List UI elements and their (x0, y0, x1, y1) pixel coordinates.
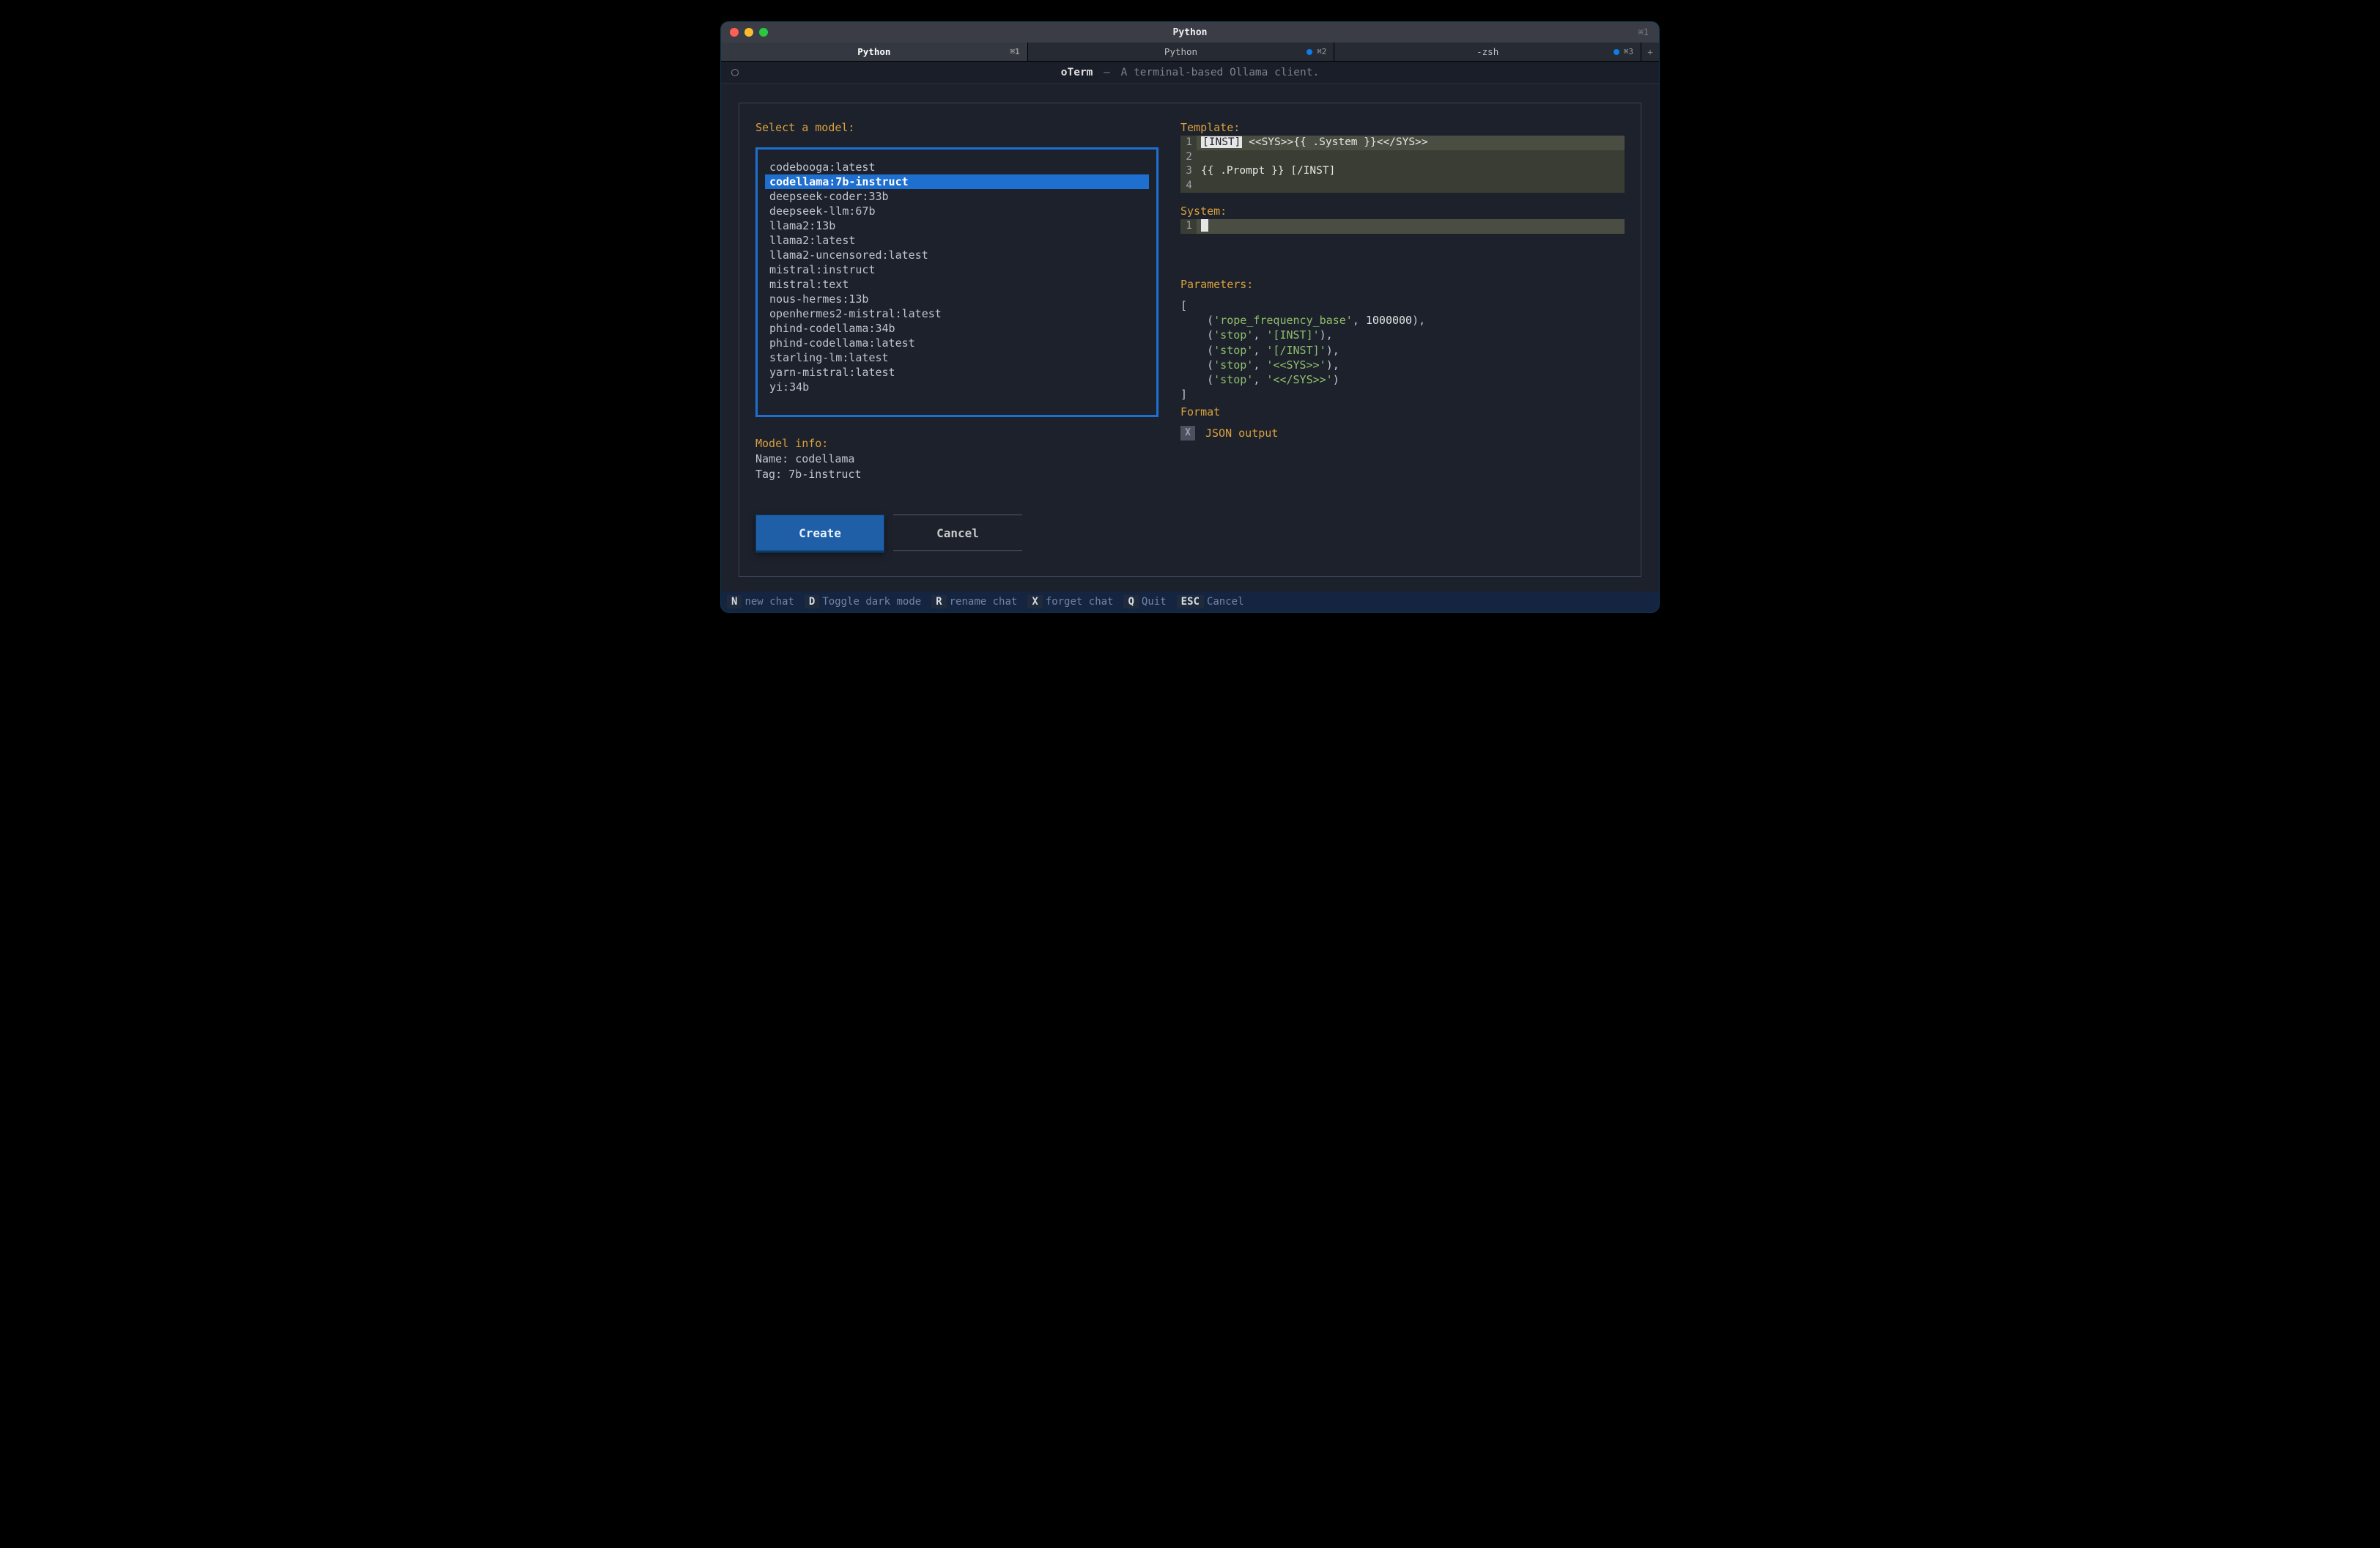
tab-bar: Python ⌘1 Python ⌘2 -zsh ⌘3 + (721, 43, 1659, 62)
code-line[interactable]: {{ .Prompt }} [/INST] (1197, 164, 1625, 179)
format-heading: Format (1180, 405, 1625, 419)
line-number: 1 (1180, 136, 1197, 150)
model-item[interactable]: phind-codellama:34b (765, 321, 1149, 336)
left-column: Select a model: codebooga:latestcodellam… (755, 121, 1158, 551)
model-item[interactable]: deepseek-llm:67b (765, 204, 1149, 218)
model-item[interactable]: llama2:latest (765, 233, 1149, 248)
cmd-label: new chat (744, 596, 794, 608)
model-item[interactable]: openhermes2-mistral:latest (765, 306, 1149, 321)
model-item[interactable]: codebooga:latest (765, 160, 1149, 174)
model-name-label: Name: (755, 452, 795, 465)
cmd-label: Cancel (1207, 596, 1244, 608)
json-output-checkbox[interactable]: X (1180, 426, 1195, 441)
minimize-icon[interactable] (744, 28, 753, 37)
param-line: [ (1180, 298, 1625, 313)
titlebar: Python ⌘1 (721, 22, 1659, 43)
cancel-button[interactable]: Cancel (893, 515, 1022, 551)
app-tagline: A terminal-based Ollama client. (1121, 67, 1320, 78)
cursor-icon (1201, 219, 1208, 232)
dialog-buttons: Create Cancel (755, 515, 1158, 551)
workspace: Select a model: codebooga:latestcodellam… (721, 84, 1659, 591)
model-tag-value: 7b-instruct (788, 468, 861, 481)
create-button[interactable]: Create (755, 515, 884, 551)
cmd-key[interactable]: Q (1123, 595, 1138, 608)
model-item[interactable]: nous-hermes:13b (765, 292, 1149, 306)
close-icon[interactable] (730, 28, 739, 37)
model-name-value: codellama (795, 452, 854, 465)
cmd-label: rename chat (950, 596, 1018, 608)
param-line: ('stop', '[INST]'), (1180, 328, 1625, 342)
param-line: ('stop', '[/INST]'), (1180, 343, 1625, 358)
tab-1[interactable]: Python ⌘2 (1028, 43, 1335, 61)
line-number: 1 (1180, 219, 1197, 234)
model-info-heading: Model info: (755, 437, 828, 450)
cmd-key[interactable]: R (931, 595, 946, 608)
parameters-block: [ ('rope_frequency_base', 1000000), ('st… (1180, 298, 1625, 402)
model-item[interactable]: llama2:13b (765, 218, 1149, 233)
line-number: 2 (1180, 150, 1197, 165)
modified-dot-icon (1307, 49, 1312, 55)
model-item[interactable]: yarn-mistral:latest (765, 365, 1149, 380)
system-input[interactable] (1197, 219, 1625, 234)
spinner-icon (731, 69, 739, 76)
code-line[interactable] (1197, 179, 1625, 194)
separator: — (1104, 67, 1110, 78)
model-list[interactable]: codebooga:latestcodellama:7b-instructdee… (755, 147, 1158, 417)
tab-0[interactable]: Python ⌘1 (721, 43, 1028, 61)
code-line[interactable]: [INST] <<SYS>>{{ .System }}<</SYS>> (1197, 136, 1625, 150)
cmd-key[interactable]: N (727, 595, 742, 608)
param-line: ('rope_frequency_base', 1000000), (1180, 313, 1625, 328)
tab-label: Python (857, 46, 890, 57)
tab-2[interactable]: -zsh ⌘3 (1334, 43, 1641, 61)
param-line: ('stop', '<<SYS>>'), (1180, 358, 1625, 372)
app-header: oTerm — A terminal-based Ollama client. (721, 62, 1659, 84)
new-tab-button[interactable]: + (1641, 43, 1659, 61)
model-dialog: Select a model: codebooga:latestcodellam… (739, 103, 1641, 577)
parameters-heading: Parameters: (1180, 278, 1625, 291)
app-name: oTerm (1061, 67, 1093, 78)
terminal-window: Python ⌘1 Python⌘1Python⌘2-zsh⌘3+ oTerm … (721, 22, 1659, 612)
model-item[interactable]: deepseek-coder:33b (765, 189, 1149, 204)
modified-dot-icon (1614, 49, 1619, 55)
select-model-heading: Select a model: (755, 121, 1158, 134)
tab-shortcut: ⌘3 (1614, 47, 1633, 56)
system-editor[interactable]: 1 (1180, 219, 1625, 234)
cmd-label: Quit (1142, 596, 1167, 608)
zoom-icon[interactable] (759, 28, 768, 37)
model-item[interactable]: mistral:instruct (765, 262, 1149, 277)
model-item[interactable]: starling-lm:latest (765, 350, 1149, 365)
system-heading: System: (1180, 204, 1625, 218)
window-shortcut-hint: ⌘1 (1638, 27, 1659, 37)
tab-label: Python (1164, 46, 1197, 57)
tab-shortcut: ⌘2 (1307, 47, 1326, 56)
model-item[interactable]: yi:34b (765, 380, 1149, 394)
template-heading: Template: (1180, 121, 1625, 134)
model-tag-label: Tag: (755, 468, 788, 481)
model-item[interactable]: llama2-uncensored:latest (765, 248, 1149, 262)
right-column: Template: 1[INST] <<SYS>>{{ .System }}<<… (1180, 121, 1625, 551)
cmd-label: Toggle dark mode (822, 596, 921, 608)
template-editor[interactable]: 1[INST] <<SYS>>{{ .System }}<</SYS>>23{{… (1180, 136, 1625, 193)
param-line: ] (1180, 387, 1625, 402)
code-line[interactable] (1197, 150, 1625, 165)
model-item[interactable]: mistral:text (765, 277, 1149, 292)
cmd-key[interactable]: ESC (1177, 595, 1204, 608)
model-info: Model info: Name: codellama Tag: 7b-inst… (755, 436, 1158, 482)
json-output-label: JSON output (1205, 427, 1278, 440)
cmd-label: forget chat (1046, 596, 1114, 608)
command-bar: Nnew chat DToggle dark mode Rrename chat Xf… (721, 591, 1659, 612)
line-number: 3 (1180, 164, 1197, 179)
window-title: Python (721, 27, 1659, 38)
tab-label: -zsh (1477, 46, 1498, 57)
param-line: ('stop', '<</SYS>>') (1180, 372, 1625, 387)
cmd-key[interactable]: D (805, 595, 819, 608)
format-row: X JSON output (1180, 426, 1625, 441)
model-item[interactable]: codellama:7b-instruct (765, 174, 1149, 189)
cmd-key[interactable]: X (1027, 595, 1042, 608)
line-number: 4 (1180, 179, 1197, 194)
traffic-lights (721, 28, 768, 37)
tab-shortcut: ⌘1 (1010, 47, 1019, 56)
model-item[interactable]: phind-codellama:latest (765, 336, 1149, 350)
